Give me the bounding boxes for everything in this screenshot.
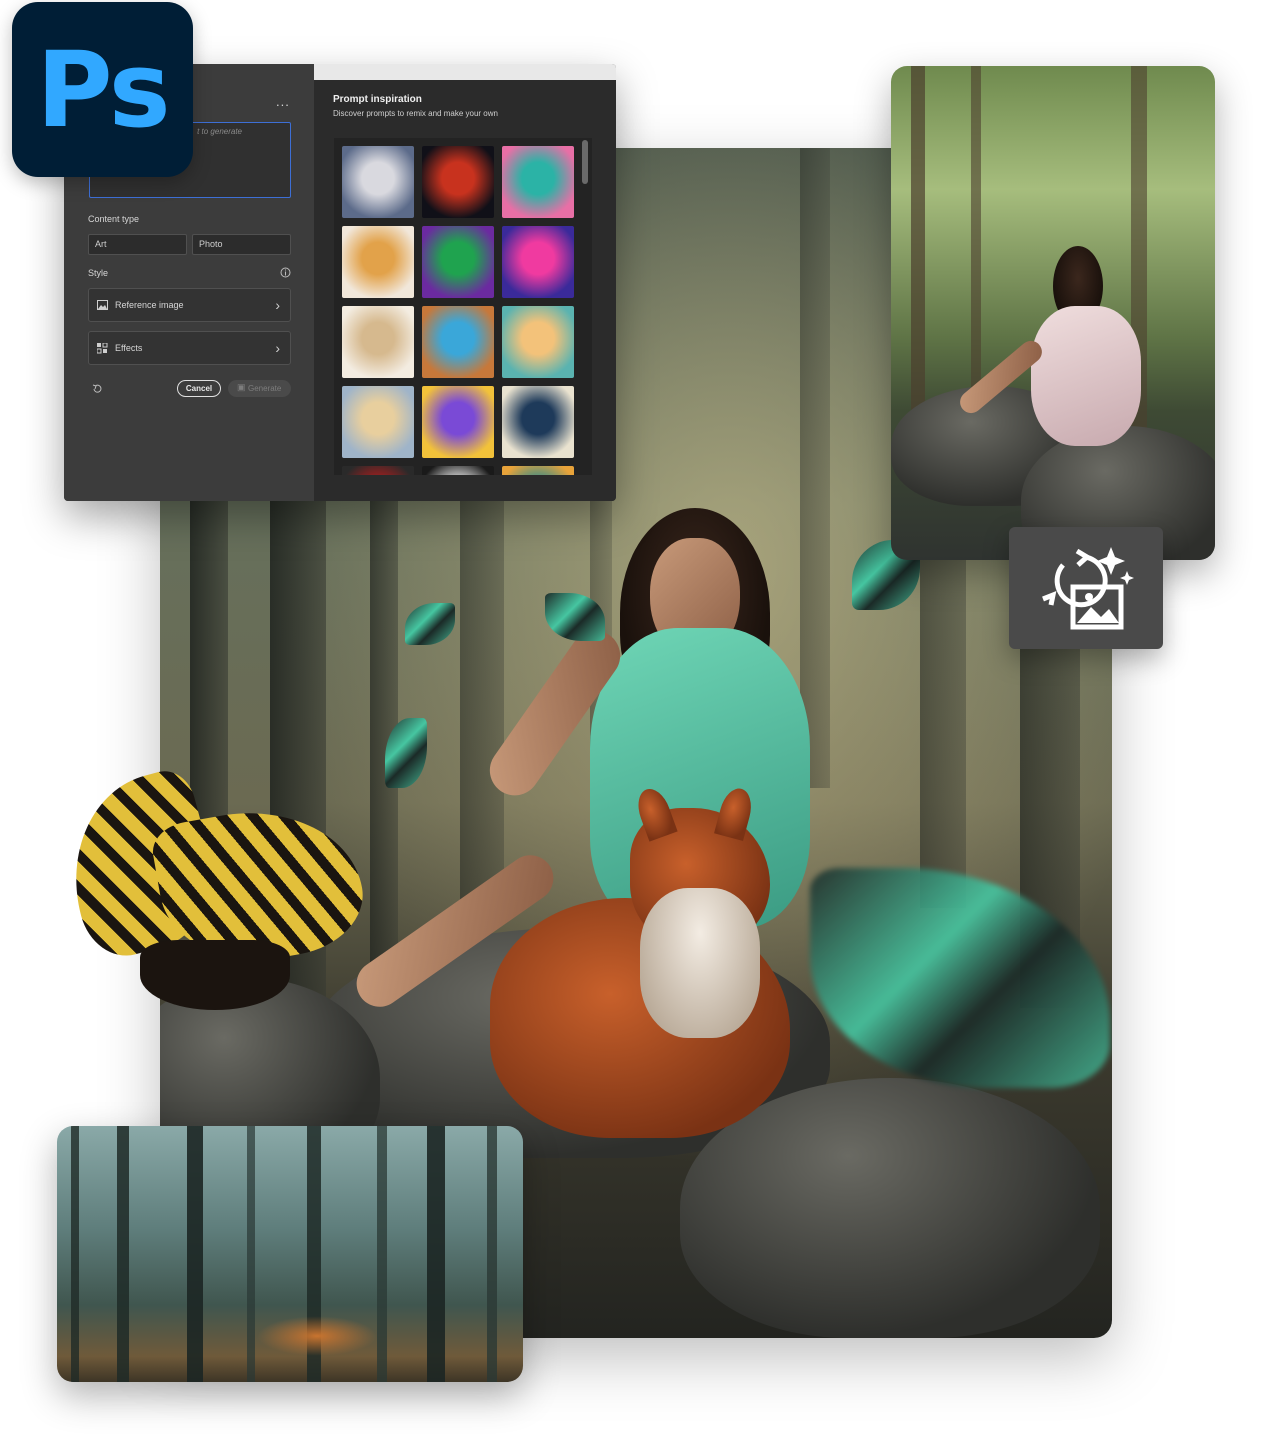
effects-icon: [97, 343, 108, 354]
inspiration-thumbnail-astronaut[interactable]: [422, 226, 494, 298]
reference-image-row[interactable]: Reference image ›: [88, 288, 291, 322]
prompt-placeholder: t to generate: [197, 127, 242, 136]
cancel-button[interactable]: Cancel: [177, 380, 221, 397]
photoshop-logo-text: Ps: [36, 28, 170, 151]
style-label: Style: [88, 268, 109, 278]
chevron-right-icon: ›: [275, 340, 280, 356]
inspiration-gallery: [334, 138, 592, 475]
inspiration-thumbnail-neon-dog[interactable]: [502, 226, 574, 298]
inspiration-subtitle: Discover prompts to remix and make your …: [333, 109, 498, 118]
inspiration-thumbnail-sun-waves[interactable]: [502, 306, 574, 378]
image-icon: [97, 300, 108, 310]
inspiration-thumbnail-winter-house[interactable]: [342, 146, 414, 218]
photoshop-logo: Ps: [12, 2, 193, 177]
inspiration-thumbnail-peacock-feather[interactable]: [502, 146, 574, 218]
more-options-button[interactable]: ...: [276, 94, 290, 109]
inspiration-thumbnail-paper-desk[interactable]: [342, 306, 414, 378]
prompt-inspiration-pane: Prompt inspiration Discover prompts to r…: [314, 80, 616, 501]
content-type-photo-option[interactable]: Photo: [192, 234, 291, 255]
inspiration-thumbnail-red-moon[interactable]: [422, 146, 494, 218]
generate-icon: ▣: [237, 382, 246, 392]
content-type-label: Content type: [88, 214, 140, 224]
effects-label: Effects: [115, 343, 143, 353]
butterfly-yellow: [40, 764, 372, 1020]
inspiration-thumbnail-partial-red[interactable]: [342, 466, 414, 475]
inspiration-title: Prompt inspiration: [333, 94, 422, 105]
generate-image-icon: [1042, 547, 1134, 630]
reference-photo: [891, 66, 1215, 560]
info-icon[interactable]: [280, 267, 291, 278]
generate-image-icon-tile[interactable]: [1009, 527, 1163, 649]
effects-row[interactable]: Effects ›: [88, 331, 291, 365]
generate-label: Generate: [248, 384, 282, 393]
butterfly-teal: [405, 603, 455, 645]
inspiration-thumbnail-cat-pop[interactable]: [422, 386, 494, 458]
inspiration-thumbnail-leopard[interactable]: [342, 226, 414, 298]
inspiration-thumbnail-desert-castle[interactable]: [342, 386, 414, 458]
inspiration-thumbnail-partial-teal[interactable]: [502, 466, 574, 475]
inspiration-thumbnail-lighthouse-wave[interactable]: [502, 386, 574, 458]
generate-button[interactable]: ▣ Generate: [228, 380, 291, 397]
content-type-art-option[interactable]: Art: [88, 234, 187, 255]
inspiration-thumbnail-woman-portrait[interactable]: [422, 306, 494, 378]
forest-photo: [57, 1126, 523, 1382]
reset-icon[interactable]: [92, 383, 103, 394]
chevron-right-icon: ›: [275, 297, 280, 313]
inspiration-thumbnail-partial-bw[interactable]: [422, 466, 494, 475]
gallery-scrollbar[interactable]: [582, 140, 588, 184]
reference-image-label: Reference image: [115, 300, 184, 310]
thumbnail-grid: [342, 146, 582, 475]
